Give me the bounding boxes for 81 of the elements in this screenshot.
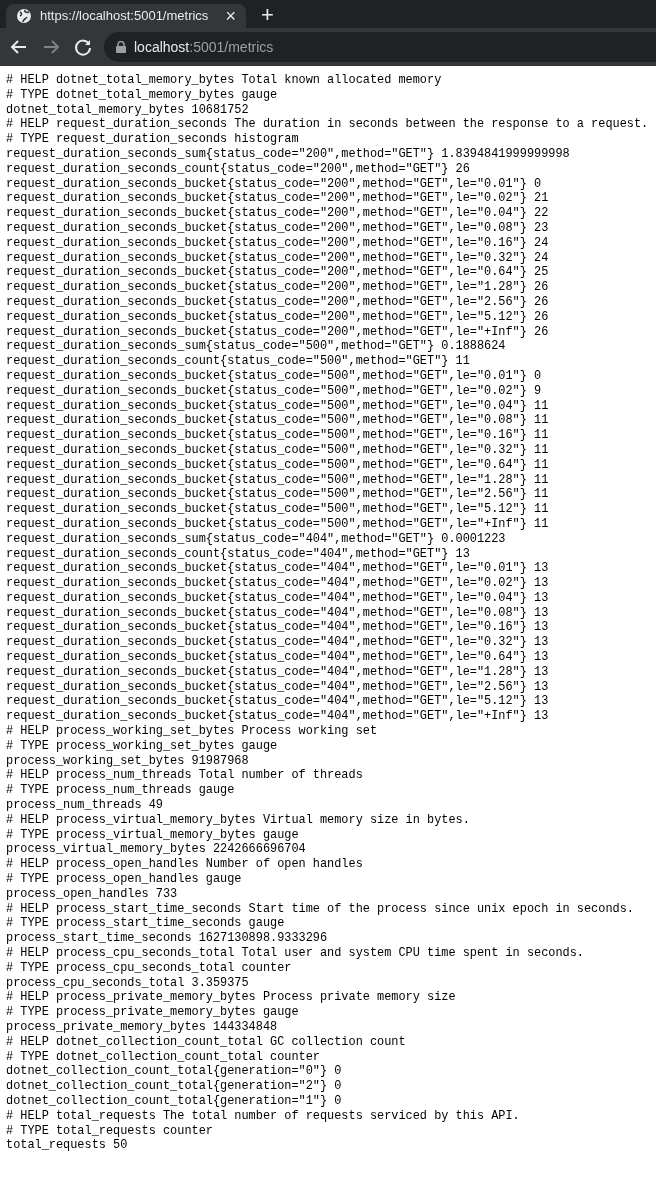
metrics-line: request_duration_seconds_count{status_code="200",method="GET"} 26 <box>6 161 470 177</box>
metrics-line: request_duration_seconds_bucket{status_code="500",method="GET",le="0.32"} 11 <box>6 442 549 458</box>
metrics-line: # HELP process_virtual_memory_bytes Virtual memory size in bytes. <box>6 812 470 828</box>
metrics-line: request_duration_seconds_bucket{status_code="200",method="GET",le="2.56"} 26 <box>6 294 549 310</box>
metrics-line: request_duration_seconds_bucket{status_code="404",method="GET",le="5.12"} 13 <box>6 694 549 710</box>
metrics-line: # HELP process_num_threads Total number of threads <box>6 768 363 784</box>
metrics-line: request_duration_seconds_bucket{status_code="200",method="GET",le="5.12"} 26 <box>6 309 549 325</box>
metrics-line: # TYPE process_open_handles gauge <box>6 872 242 887</box>
metrics-line: request_duration_seconds_bucket{status_code="404",method="GET",le="2.56"} 13 <box>6 679 549 695</box>
metrics-line: request_duration_seconds_bucket{status_code="200",method="GET",le="0.02"} 21 <box>6 191 549 207</box>
url-text: localhost:5001/metrics <box>134 37 274 57</box>
metrics-line: # HELP process_cpu_seconds_total Total user and system CPU time spent in seconds. <box>6 946 584 961</box>
metrics-line: dotnet_collection_count_total{generation="2"} 0 <box>6 1079 342 1094</box>
metrics-line: request_duration_seconds_count{status_code="500",method="GET"} 11 <box>6 354 470 369</box>
address-bar[interactable]: localhost:5001/metrics <box>104 32 656 62</box>
metrics-line: request_duration_seconds_sum{status_code="404",method="GET"} 0.0001223 <box>6 531 506 547</box>
metrics-line: request_duration_seconds_bucket{status_code="500",method="GET",le="+Inf"} 11 <box>6 516 549 532</box>
metrics-line: request_duration_seconds_bucket{status_code="500",method="GET",le="5.12"} 11 <box>6 502 549 517</box>
metrics-line: dotnet_collection_count_total{generation="1"} 0 <box>6 1094 342 1109</box>
browser-tab[interactable]: https://localhost:5001/metrics × <box>6 4 246 28</box>
metrics-line: request_duration_seconds_bucket{status_code="200",method="GET",le="0.64"} 25 <box>6 265 549 281</box>
metrics-line: request_duration_seconds_bucket{status_code="404",method="GET",le="0.16"} 13 <box>6 620 549 636</box>
metrics-line: request_duration_seconds_bucket{status_code="404",method="GET",le="0.32"} 13 <box>6 635 549 651</box>
metrics-line: request_duration_seconds_bucket{status_code="500",method="GET",le="2.56"} 11 <box>6 487 549 503</box>
metrics-line: # TYPE process_working_set_bytes gauge <box>6 738 278 754</box>
metrics-line: request_duration_seconds_count{status_code="404",method="GET"} 13 <box>6 546 470 562</box>
metrics-line: request_duration_seconds_bucket{status_code="404",method="GET",le="0.08"} 13 <box>6 605 549 621</box>
metrics-line: request_duration_seconds_bucket{status_code="404",method="GET",le="0.02"} 13 <box>6 576 549 591</box>
metrics-line: request_duration_seconds_sum{status_code="200",method="GET"} 1.8394841999999998 <box>6 147 570 162</box>
metrics-line: # TYPE total_requests counter <box>6 1123 213 1139</box>
metrics-line: request_duration_seconds_bucket{status_code="200",method="GET",le="0.08"} 23 <box>6 220 549 236</box>
metrics-line: dotnet_collection_count_total{generation="0"} 0 <box>6 1064 342 1080</box>
metrics-line: request_duration_seconds_bucket{status_code="200",method="GET",le="0.04"} 22 <box>6 206 549 221</box>
metrics-line: # TYPE dotnet_total_memory_bytes gauge <box>6 87 278 103</box>
metrics-line: request_duration_seconds_bucket{status_code="500",method="GET",le="0.64"} 11 <box>6 457 549 473</box>
metrics-line: process_virtual_memory_bytes 2242666696704 <box>6 842 306 858</box>
metrics-line: # HELP total_requests The total number of requests serviced by this API. <box>6 1108 520 1124</box>
metrics-line: request_duration_seconds_sum{status_code="500",method="GET"} 0.1888624 <box>6 339 506 355</box>
metrics-line: request_duration_seconds_bucket{status_code="200",method="GET",le="1.28"} 26 <box>6 280 549 295</box>
metrics-line: request_duration_seconds_bucket{status_code="404",method="GET",le="1.28"} 13 <box>6 664 549 680</box>
metrics-line: request_duration_seconds_bucket{status_code="500",method="GET",le="0.04"} 11 <box>6 398 549 414</box>
metrics-line: # TYPE request_duration_seconds histogram <box>6 132 299 147</box>
metrics-line: request_duration_seconds_bucket{status_code="404",method="GET",le="0.04"} 13 <box>6 590 549 606</box>
metrics-line: # TYPE process_virtual_memory_bytes gauge <box>6 827 299 843</box>
metrics-line: request_duration_seconds_bucket{status_code="404",method="GET",le="0.01"} 13 <box>6 561 549 577</box>
metrics-line: process_open_handles 733 <box>6 886 178 902</box>
metrics-line: # HELP dotnet_total_memory_bytes Total known allocated memory <box>6 73 442 88</box>
new-tab-button[interactable]: + <box>261 4 274 26</box>
lock-icon <box>116 41 126 53</box>
metrics-line: # TYPE process_cpu_seconds_total counter <box>6 960 292 976</box>
metrics-line: # HELP process_working_set_bytes Process working set <box>6 724 378 739</box>
metrics-line: request_duration_seconds_bucket{status_code="200",method="GET",le="+Inf"} 26 <box>6 324 549 340</box>
metrics-line: request_duration_seconds_bucket{status_code="404",method="GET",le="0.64"} 13 <box>6 650 549 665</box>
metrics-line: request_duration_seconds_bucket{status_code="500",method="GET",le="0.08"} 11 <box>6 413 549 429</box>
metrics-line: request_duration_seconds_bucket{status_code="404",method="GET",le="+Inf"} 13 <box>6 709 549 725</box>
metrics-line: request_duration_seconds_bucket{status_code="500",method="GET",le="1.28"} 11 <box>6 472 549 488</box>
metrics-line: # HELP dotnet_collection_count_total GC collection count <box>6 1034 406 1050</box>
metrics-line: # TYPE process_private_memory_bytes gauge <box>6 1005 299 1020</box>
metrics-line: process_cpu_seconds_total 3.359375 <box>6 975 249 991</box>
metrics-line: request_duration_seconds_bucket{status_code="200",method="GET",le="0.01"} 0 <box>6 176 542 192</box>
metrics-line: # HELP process_open_handles Number of open handles <box>6 857 363 873</box>
metrics-line: request_duration_seconds_bucket{status_code="200",method="GET",le="0.32"} 24 <box>6 250 549 266</box>
metrics-line: # TYPE dotnet_collection_count_total counter <box>6 1049 320 1065</box>
metrics-line: # HELP process_start_time_seconds Start time of the process since unix epoch in seconds. <box>6 901 634 917</box>
metrics-line: process_private_memory_bytes 144334848 <box>6 1020 278 1035</box>
close-tab-button[interactable]: × <box>225 7 236 25</box>
metrics-line: request_duration_seconds_bucket{status_code="200",method="GET",le="0.16"} 24 <box>6 235 549 251</box>
metrics-line: process_num_threads 49 <box>6 798 163 813</box>
metrics-line: process_start_time_seconds 1627130898.9333296 <box>6 931 328 946</box>
metrics-line: # HELP request_duration_seconds The duration in seconds between the response to a request. <box>6 117 649 133</box>
metrics-line: # TYPE process_num_threads gauge <box>6 783 235 799</box>
metrics-line: dotnet_total_memory_bytes 10681752 <box>6 102 249 118</box>
metrics-line: total_requests 50 <box>6 1138 128 1154</box>
metrics-line: # TYPE process_start_time_seconds gauge <box>6 916 285 932</box>
metrics-line: request_duration_seconds_bucket{status_code="500",method="GET",le="0.16"} 11 <box>6 428 549 443</box>
globe-icon <box>16 8 32 24</box>
metrics-line: request_duration_seconds_bucket{status_code="500",method="GET",le="0.02"} 9 <box>6 383 542 399</box>
tab-title: https://localhost:5001/metrics <box>40 7 210 26</box>
metrics-line: request_duration_seconds_bucket{status_code="500",method="GET",le="0.01"} 0 <box>6 368 542 384</box>
metrics-line: process_working_set_bytes 91987968 <box>6 753 249 769</box>
metrics-line: # HELP process_private_memory_bytes Process private memory size <box>6 990 456 1006</box>
